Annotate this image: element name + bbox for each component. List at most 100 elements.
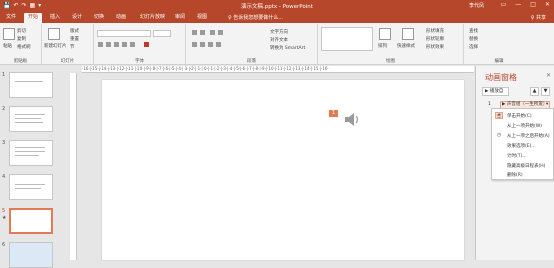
italic-icon[interactable] [106,42,111,47]
menu-item-after-previous[interactable]: 从上一项之后开始(A) [507,133,550,139]
new-slide-button[interactable]: 新建幻灯片 [44,43,67,49]
new-slide-icon[interactable] [48,28,60,40]
clipboard-label: 剪贴板 [13,59,28,64]
replace-button[interactable]: 替换 [469,36,478,42]
minimize-icon[interactable]: — [515,1,521,8]
tab-home[interactable]: 开始 [24,13,43,23]
thumb-number: 6 [2,242,6,248]
cut-button[interactable]: 剪切 [17,28,26,34]
reorder-buttons: ▲ ▼ [530,87,550,96]
slide-thumbnail-4[interactable] [9,174,53,200]
tab-file[interactable]: 文件 [2,13,20,23]
ribbon: 粘贴 剪切 复制 格式刷 剪贴板 新建幻灯片 版式 重置 节 幻灯片 字体 文字… [0,23,554,65]
move-down-icon[interactable]: ▼ [541,87,550,96]
shape-fill-button[interactable]: 形状填充 [426,28,444,34]
play-from-button[interactable]: ▶ 播放自 [482,87,509,96]
tab-animations[interactable]: 动画 [112,13,130,23]
thumb-number: 2 [2,106,6,112]
bullets-icon[interactable] [192,30,197,35]
move-up-icon[interactable]: ▲ [530,87,539,96]
speaker-icon[interactable] [343,111,360,128]
justify-icon[interactable] [216,42,221,47]
align-left-icon[interactable] [192,42,197,47]
numbering-icon[interactable] [200,30,205,35]
slide-thumbnail-5[interactable] [9,208,53,234]
quick-styles-icon[interactable] [402,28,414,40]
shape-effects-button[interactable]: 形状效果 [426,44,444,50]
title-bar: 💾 ↶ ↷ ▦ ▾ 演示文稿.pptx - PowerPoint 李代凤 ▭ —… [0,0,554,11]
tab-review[interactable]: 审阅 [171,13,189,23]
menu-item-hide-timeline[interactable]: 隐藏高级日程表(H) [507,163,545,169]
group-slides: 新建幻灯片 版式 重置 节 幻灯片 [42,24,94,64]
menu-item-effect-options[interactable]: 效果选项(E)... [507,143,536,149]
user-name[interactable]: 李代凤 [469,2,484,9]
font-color-icon[interactable] [144,42,149,47]
slide-thumbnail-3[interactable] [9,140,53,166]
shadow-icon[interactable] [122,42,127,47]
reset-button[interactable]: 重置 [70,36,79,42]
text-direction-button[interactable]: 文字方向 [270,29,288,35]
align-text-button[interactable]: 对齐文本 [270,37,288,43]
select-button[interactable]: 选择 [469,44,478,50]
copy-button[interactable]: 复制 [17,36,26,42]
arrange-button[interactable]: 排列 [378,43,387,49]
animation-context-menu: 🖱 单击开始(C) 从上一项开始(W) ◷ 从上一项之后开始(A) 效果选项(E… [491,108,554,180]
menu-item-on-click[interactable]: 单击开始(C) [507,113,532,119]
find-button[interactable]: 查找 [469,28,478,34]
paste-button[interactable]: 粘贴 [3,43,12,49]
font-family-select[interactable] [97,30,151,37]
group-clipboard: 粘贴 剪切 复制 格式刷 剪贴板 [0,24,42,64]
menu-item-timing[interactable]: 计时(T)... [507,153,527,159]
animation-star-icon: ★ [2,215,7,221]
paragraph-label: 段落 [247,59,256,64]
menu-item-with-previous[interactable]: 从上一项开始(W) [507,123,542,129]
convert-smartart-button[interactable]: 转换为 SmartArt [270,45,305,51]
close-icon[interactable]: ✕ [545,1,550,8]
align-right-icon[interactable] [208,42,213,47]
thumb-number: 3 [2,140,6,146]
blank-icon [495,122,503,129]
ribbon-display-icon[interactable]: ▭ [501,1,507,8]
underline-icon[interactable] [114,42,119,47]
close-icon[interactable]: ✕ [546,72,551,79]
shape-outline-button[interactable]: 形状轮廓 [426,36,444,42]
arrange-icon[interactable] [379,28,391,40]
vertical-ruler [70,73,77,260]
font-size-select[interactable] [153,30,171,37]
ribbon-tabs: 文件 开始 插入 设计 切换 动画 幻灯片放映 审阅 视图 ♀ 告诉我您想要做什… [0,11,554,23]
bold-icon[interactable] [98,42,103,47]
shapes-gallery[interactable] [321,27,373,51]
mouse-click-icon: 🖱 [495,112,503,119]
tab-transitions[interactable]: 切换 [90,13,108,23]
slide-thumbnail-pane: 1 2 3 4 5 ★ 6 [0,66,70,268]
group-editing: 查找 替换 选择 编辑 [464,24,534,64]
increase-indent-icon[interactable] [218,30,223,35]
slide-canvas[interactable] [102,80,464,260]
layout-button[interactable]: 版式 [70,28,79,34]
share-button[interactable]: ♀ 共享 [531,14,546,21]
quick-styles-button[interactable]: 快速样式 [397,43,415,49]
menu-item-remove[interactable]: 删除(R) [507,172,523,178]
maximize-icon[interactable]: □ [530,1,536,8]
tell-me-box[interactable]: ♀ 告诉我您想要做什么... [228,14,283,21]
decrease-indent-icon[interactable] [210,30,215,35]
horizontal-ruler: ·16·|·15·|·14·|·13·|·12·|·11·|·10·|·9·|·… [82,66,474,73]
slide-thumbnail-2[interactable] [9,106,53,132]
group-drawing: 排列 快速样式 形状填充 形状轮廓 形状效果 绘图 [318,24,464,64]
section-button[interactable]: 节 [70,44,75,50]
animation-order-tag[interactable]: 1 [329,110,338,117]
format-painter-button[interactable]: 格式刷 [17,44,31,50]
group-paragraph: 文字方向 对齐文本 转换为 SmartArt 段落 [186,24,318,64]
paste-icon[interactable] [3,28,15,40]
animation-pane-title: 动画窗格 [485,73,517,82]
thumb-number: 1 [2,72,6,78]
tab-view[interactable]: 视图 [193,13,211,23]
strikethrough-icon[interactable] [130,42,135,47]
tab-insert[interactable]: 插入 [46,13,64,23]
tab-design[interactable]: 设计 [68,13,86,23]
align-center-icon[interactable] [200,42,205,47]
tab-slideshow[interactable]: 幻灯片放映 [136,13,169,23]
slide-thumbnail-6[interactable] [9,242,53,268]
slide-thumbnail-1[interactable] [9,72,53,98]
window-controls: ▭ — □ ✕ [501,1,550,8]
